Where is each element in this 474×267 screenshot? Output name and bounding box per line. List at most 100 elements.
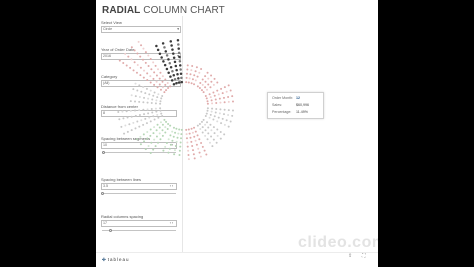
fullscreen-icon[interactable]: ⛶ [362, 253, 366, 259]
radial-dot [206, 88, 209, 91]
radial-dot [128, 123, 131, 126]
radial-dot [147, 144, 150, 147]
column-spacing-slider-thumb[interactable] [109, 229, 113, 232]
radial-dot [154, 102, 157, 105]
radial-dot [172, 52, 175, 55]
radial-dot [149, 81, 152, 84]
radial-dot [144, 117, 147, 120]
radial-dot [194, 130, 197, 133]
radial-dot [153, 126, 156, 129]
stepper-arrows-icon[interactable]: ‹ › [170, 221, 173, 226]
radial-dot [207, 77, 210, 80]
column-spacing-slider[interactable] [102, 230, 176, 231]
radial-column-month-10[interactable] [129, 82, 164, 105]
column-spacing-input[interactable]: 17 ‹ › [101, 220, 177, 227]
radial-dot [156, 96, 159, 99]
radial-dot [204, 134, 207, 137]
radial-dot [173, 78, 177, 81]
radial-dot [229, 89, 232, 92]
radial-dot [142, 76, 145, 79]
line-spacing-slider-thumb[interactable] [101, 192, 105, 195]
radial-dot [127, 55, 130, 58]
radial-dot [159, 109, 162, 112]
radial-column-month-3[interactable] [204, 84, 234, 105]
radial-dot [161, 115, 164, 118]
radial-column-month-6[interactable] [185, 126, 208, 161]
radial-dot [159, 88, 162, 91]
radial-dot [157, 68, 160, 71]
radial-dot [148, 116, 151, 119]
radial-dot [166, 128, 169, 131]
radial-dot [144, 148, 147, 151]
radial-dot [164, 83, 167, 86]
radial-dot [147, 112, 150, 115]
radial-dot [142, 86, 145, 89]
radial-dot [123, 132, 126, 135]
radial-dot [136, 52, 139, 55]
radial-dot [179, 72, 183, 75]
radial-dot [163, 46, 166, 49]
radial-dot [180, 80, 184, 84]
tooltip-sales-label: Sales: [272, 103, 282, 107]
radial-dot [172, 74, 175, 77]
radial-dot [227, 95, 230, 98]
radial-dot [171, 130, 174, 133]
radial-dot [187, 81, 190, 84]
radial-dot [164, 131, 167, 134]
radial-column-month-7[interactable] [162, 126, 183, 156]
radial-dot [206, 109, 209, 112]
radial-dot [196, 124, 199, 127]
line-spacing-slider[interactable] [102, 193, 176, 194]
radial-dot [117, 111, 120, 114]
radial-dot [185, 81, 188, 84]
share-icon[interactable]: ⇪ [348, 253, 352, 259]
radial-dot [210, 74, 213, 77]
radial-dot [223, 86, 226, 89]
radial-dot [147, 65, 150, 68]
radial-dot [213, 77, 216, 80]
radial-dot [152, 61, 155, 64]
radial-dot [210, 110, 213, 113]
tableau-mark-icon: ✣ [102, 257, 107, 262]
radial-dot [177, 47, 180, 50]
radial-column-month-8[interactable] [135, 118, 172, 155]
radial-dot [120, 125, 123, 128]
radial-column-month-4[interactable] [204, 107, 234, 128]
radial-dot [139, 55, 142, 58]
radial-dot [188, 77, 191, 80]
radial-dot [175, 68, 178, 72]
radial-dot [156, 113, 159, 116]
radial-dot [164, 50, 168, 53]
radial-dot [212, 118, 215, 121]
tableau-logo[interactable]: ✣tableau [102, 257, 130, 263]
footer-bar: ✣tableau [96, 252, 378, 267]
radial-dot [152, 77, 155, 80]
radial-dot [159, 138, 162, 141]
radial-dot [155, 80, 158, 83]
radial-dot [227, 114, 230, 117]
radial-dot [125, 64, 128, 67]
radial-dot [159, 100, 162, 103]
radial-dot [219, 137, 222, 140]
radial-dot [199, 81, 202, 84]
radial-dot [218, 112, 221, 115]
radial-dot [194, 70, 197, 73]
radial-dot [132, 88, 135, 91]
radial-dot [154, 64, 157, 67]
radial-dot [213, 94, 216, 97]
radial-dot [145, 122, 148, 125]
radial-dot [223, 101, 226, 104]
radial-column-month-2[interactable] [196, 71, 219, 94]
radial-dot [179, 68, 182, 71]
column-spacing-label: Radial columns spacing [101, 214, 144, 219]
radial-column-month-11[interactable] [118, 40, 172, 94]
radial-column-chart[interactable] [96, 26, 276, 186]
radial-dot [200, 89, 203, 92]
radial-dot [124, 124, 127, 127]
radial-dot [191, 131, 194, 134]
radial-dot [231, 114, 234, 117]
radial-column-month-1[interactable] [185, 64, 203, 86]
radial-dot [223, 108, 226, 111]
radial-dot [204, 115, 207, 118]
radial-dot [169, 124, 172, 127]
